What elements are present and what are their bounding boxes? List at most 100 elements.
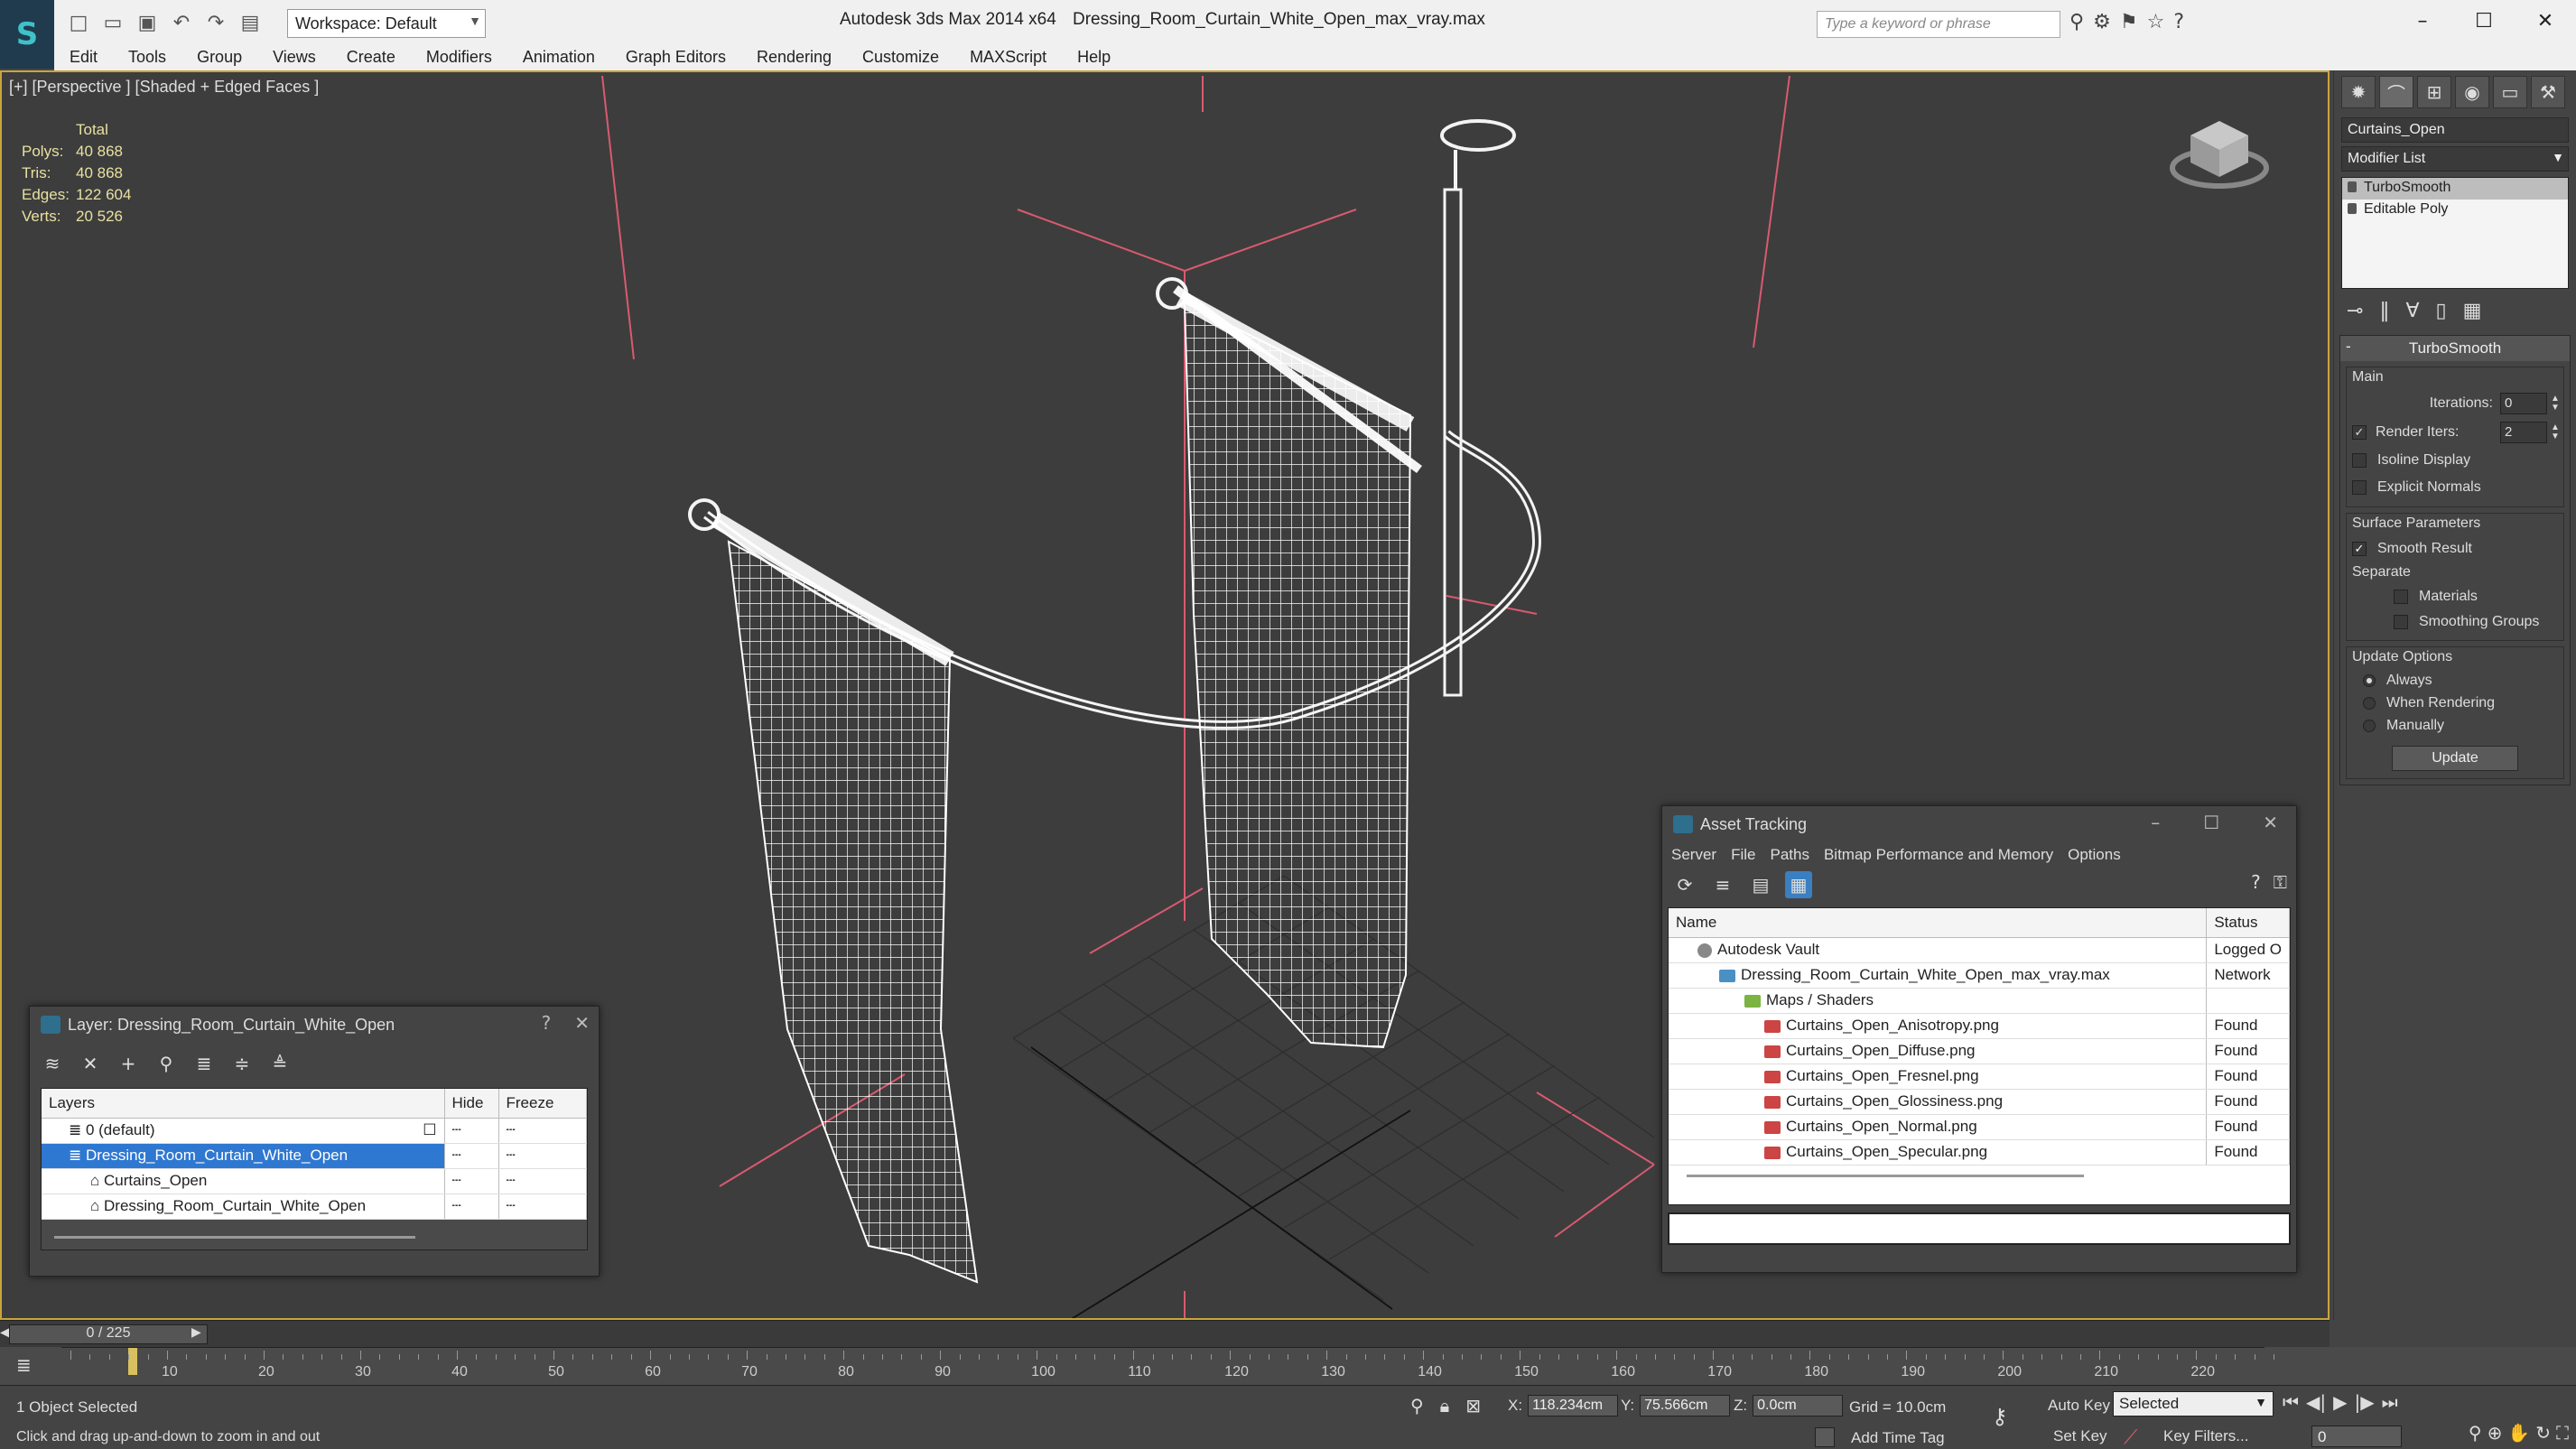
column-name[interactable]: Name bbox=[1669, 908, 2208, 938]
column-status[interactable]: Status bbox=[2206, 908, 2290, 938]
project-folder-icon[interactable]: ▤ bbox=[237, 9, 264, 36]
configure-sets-icon[interactable]: ▦ bbox=[2463, 300, 2482, 322]
menu-maxscript[interactable]: MAXScript bbox=[954, 45, 1062, 70]
save-icon[interactable]: ▣ bbox=[134, 9, 161, 36]
next-frame-icon[interactable]: ▶ bbox=[191, 1324, 201, 1340]
layer-name[interactable]: ⌂ Dressing_Room_Curtain_White_Open bbox=[42, 1194, 445, 1220]
table-row[interactable]: ≣ 0 (default) ☐ ┄ ┄ bbox=[42, 1118, 587, 1144]
previous-key-icon[interactable]: ◀| bbox=[2306, 1391, 2326, 1413]
make-unique-icon[interactable]: ∀ bbox=[2405, 300, 2419, 322]
materials-checkbox[interactable] bbox=[2394, 590, 2408, 604]
set-keys-icon[interactable]: ⟋ bbox=[2124, 1426, 2137, 1449]
add-time-tag[interactable]: Add Time Tag bbox=[1851, 1429, 1945, 1447]
set-key-button[interactable]: Set Key bbox=[2053, 1427, 2107, 1445]
render-iters-checkbox[interactable]: ✓ bbox=[2352, 425, 2367, 440]
menu-tools[interactable]: Tools bbox=[113, 45, 181, 70]
layer-name[interactable]: ⌂ Curtains_Open bbox=[42, 1168, 445, 1194]
isoline-checkbox[interactable] bbox=[2352, 453, 2367, 468]
play-icon[interactable]: ▶ bbox=[2333, 1391, 2347, 1413]
create-tab-icon[interactable]: ✹ bbox=[2341, 76, 2376, 108]
new-file-icon[interactable]: □ bbox=[65, 9, 92, 36]
table-row[interactable]: Dressing_Room_Curtain_White_Open_max_vra… bbox=[1669, 962, 2290, 989]
table-row[interactable]: Curtains_Open_Glossiness.png Found bbox=[1669, 1089, 2290, 1115]
refresh-icon[interactable]: ⟳ bbox=[1671, 871, 1698, 898]
lightbulb-icon[interactable] bbox=[2348, 181, 2357, 192]
track-bar[interactable]: ≣ 10 20 30 40 50 60 70 80 90 100 110 120 130 140 150 16… bbox=[0, 1347, 2576, 1385]
isolate-selection-icon[interactable]: ⚲ bbox=[1410, 1395, 1424, 1416]
explicit-normals-option[interactable]: Explicit Normals bbox=[2352, 474, 2558, 501]
menu-customize[interactable]: Customize bbox=[847, 45, 954, 70]
absolute-mode-icon[interactable]: ⊠ bbox=[1465, 1395, 1481, 1416]
help-icon[interactable]: ? bbox=[542, 1012, 552, 1034]
open-file-icon[interactable]: ▭ bbox=[99, 9, 126, 36]
menu-views[interactable]: Views bbox=[257, 45, 331, 70]
select-objects-icon[interactable]: ⚲ bbox=[153, 1050, 180, 1077]
add-to-layer-icon[interactable]: + bbox=[115, 1050, 142, 1077]
pin-stack-icon[interactable]: ⊸ bbox=[2347, 300, 2363, 322]
menu-bitmap-performance[interactable]: Bitmap Performance and Memory bbox=[1824, 846, 2060, 864]
menu-help[interactable]: Help bbox=[1062, 45, 1126, 70]
display-tab-icon[interactable]: ▭ bbox=[2493, 76, 2527, 108]
smooth-result-checkbox[interactable]: ✓ bbox=[2352, 542, 2367, 556]
hide-cell[interactable]: ┄ bbox=[444, 1168, 499, 1194]
rollout-header[interactable]: - TurboSmooth bbox=[2340, 336, 2570, 361]
table-row[interactable]: Curtains_Open_Anisotropy.png Found bbox=[1669, 1013, 2290, 1039]
hide-cell[interactable]: ┄ bbox=[444, 1143, 499, 1169]
menu-modifiers[interactable]: Modifiers bbox=[411, 45, 507, 70]
x-field[interactable]: 118.234cm bbox=[1528, 1395, 1619, 1416]
column-layers[interactable]: Layers bbox=[42, 1089, 445, 1119]
favorites-icon[interactable]: ☆ bbox=[2147, 11, 2165, 33]
explicit-normals-checkbox[interactable] bbox=[2352, 480, 2367, 495]
menu-rendering[interactable]: Rendering bbox=[741, 45, 847, 70]
table-row[interactable]: Curtains_Open_Fresnel.png Found bbox=[1669, 1064, 2290, 1090]
go-to-start-icon[interactable]: ⏮ bbox=[2283, 1391, 2299, 1413]
search-input[interactable]: Type a keyword or phrase bbox=[1817, 11, 2060, 38]
new-layer-icon[interactable]: ≋ bbox=[39, 1050, 66, 1077]
menu-edit[interactable]: Edit bbox=[54, 45, 113, 70]
time-slider[interactable]: ◀ 0 / 225 ▶ bbox=[0, 1320, 2330, 1347]
table-view-icon[interactable]: ▦ bbox=[1785, 871, 1812, 898]
asset-name[interactable]: Curtains_Open_Specular.png bbox=[1669, 1139, 2208, 1166]
spinner-arrows-icon[interactable]: ▲ ▼ bbox=[2547, 423, 2560, 441]
workspace-dropdown[interactable]: Workspace: Default ▼ bbox=[287, 9, 486, 38]
close-icon[interactable]: ✕ bbox=[2515, 0, 2576, 42]
modifier-list-dropdown[interactable]: Modifier List ▼ bbox=[2341, 146, 2569, 172]
vault-login-icon[interactable]: ⚿ bbox=[2274, 871, 2287, 893]
freeze-cell[interactable]: ┄ bbox=[498, 1143, 587, 1169]
close-icon[interactable]: ✕ bbox=[2263, 812, 2278, 833]
subscription-icon[interactable]: ⚙ bbox=[2093, 11, 2111, 33]
maximize-icon[interactable]: ☐ bbox=[2453, 0, 2515, 42]
zoom-all-icon[interactable]: ⊕ bbox=[2488, 1422, 2503, 1444]
close-icon[interactable]: ✕ bbox=[574, 1012, 590, 1034]
modify-tab-icon[interactable]: ⌒ bbox=[2379, 76, 2413, 108]
minimize-icon[interactable]: – bbox=[2151, 812, 2160, 833]
table-row[interactable]: ⌂ Curtains_Open ┄ ┄ bbox=[42, 1168, 587, 1194]
iterations-spinner[interactable]: 0 bbox=[2500, 393, 2547, 414]
table-row[interactable]: ⌂ Dressing_Room_Curtain_White_Open ┄ ┄ bbox=[42, 1194, 587, 1220]
materials-option[interactable]: Materials bbox=[2352, 584, 2558, 609]
freeze-all-icon[interactable]: ≜ bbox=[266, 1050, 293, 1077]
key-filters-button[interactable]: Key Filters... bbox=[2163, 1427, 2248, 1445]
stack-item-editable-poly[interactable]: Editable Poly bbox=[2342, 200, 2568, 221]
list-view-icon[interactable]: ≡ bbox=[1709, 871, 1736, 898]
table-row[interactable]: Maps / Shaders bbox=[1669, 988, 2290, 1014]
help-icon[interactable]: ? bbox=[2173, 11, 2184, 33]
asset-name[interactable]: Curtains_Open_Diffuse.png bbox=[1669, 1038, 2208, 1064]
smoothing-groups-checkbox[interactable] bbox=[2394, 615, 2408, 629]
freeze-cell[interactable]: ┄ bbox=[498, 1194, 587, 1220]
manually-option[interactable]: Manually bbox=[2352, 714, 2558, 737]
auto-key-button[interactable]: Auto Key bbox=[2048, 1397, 2110, 1415]
table-row[interactable]: Autodesk Vault Logged O bbox=[1669, 937, 2290, 963]
asset-dialog-titlebar[interactable]: Asset Tracking – ☐ ✕ bbox=[1662, 806, 2296, 842]
maximize-viewport-icon[interactable]: ⛶ bbox=[2556, 1422, 2569, 1444]
asset-name[interactable]: Curtains_Open_Glossiness.png bbox=[1669, 1089, 2208, 1115]
communication-icon[interactable]: ⚑ bbox=[2120, 11, 2138, 33]
column-hide[interactable]: Hide bbox=[444, 1089, 499, 1119]
redo-icon[interactable]: ↷ bbox=[202, 9, 229, 36]
menu-server[interactable]: Server bbox=[1671, 846, 1724, 864]
asset-name[interactable]: Curtains_Open_Normal.png bbox=[1669, 1114, 2208, 1140]
menu-group[interactable]: Group bbox=[181, 45, 257, 70]
binoculars-icon[interactable]: ⚲ bbox=[2069, 11, 2084, 33]
menu-options[interactable]: Options bbox=[2068, 846, 2128, 864]
stack-item-turbosmooth[interactable]: TurboSmooth bbox=[2342, 178, 2568, 200]
